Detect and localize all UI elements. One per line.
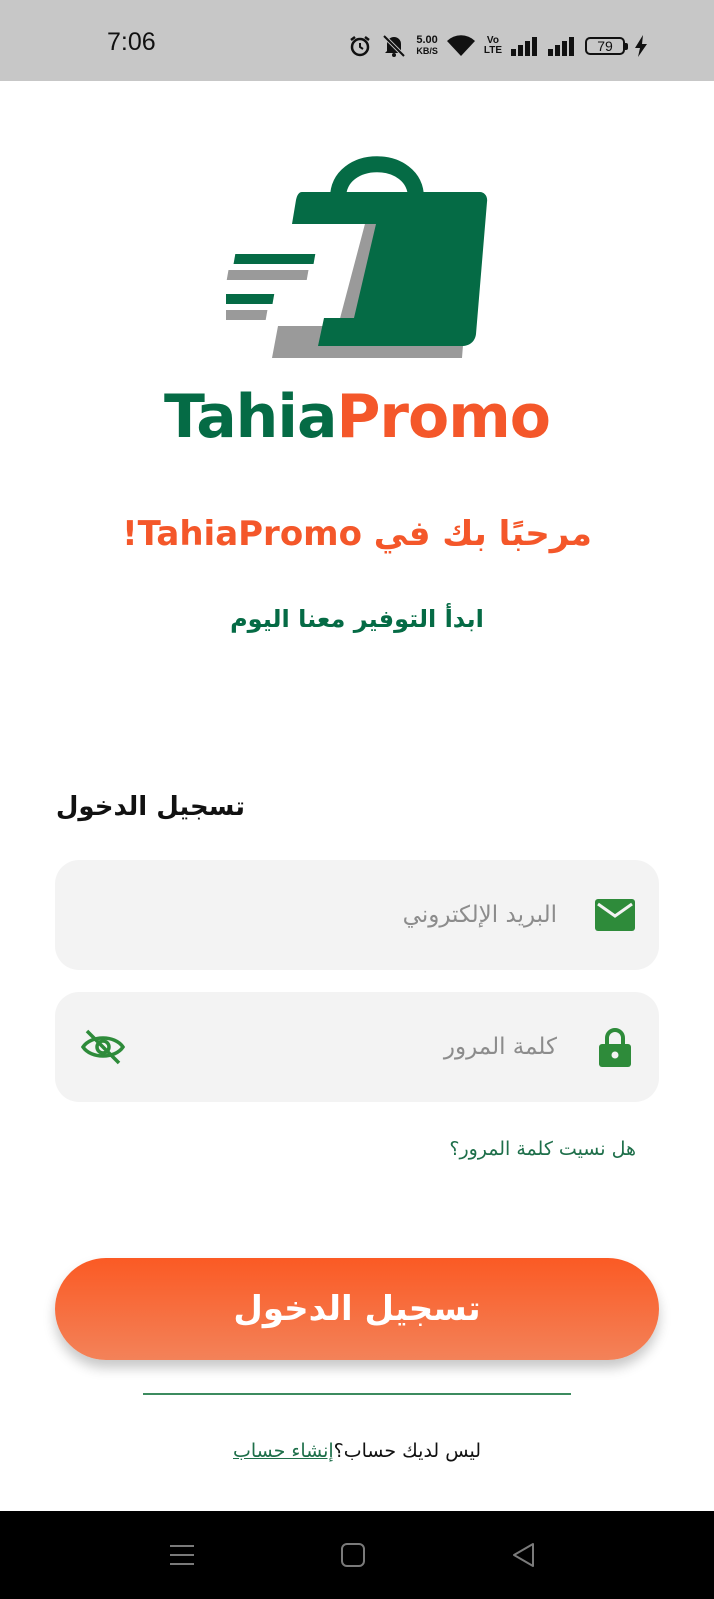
signal-icon — [548, 31, 576, 61]
status-time: 7:06 — [107, 28, 156, 56]
status-bar: 7:06 5.00 KB/S Vo LTE 79 — [0, 0, 714, 81]
mute-icon — [381, 31, 407, 61]
password-placeholder: كلمة المرور — [443, 1034, 557, 1060]
password-field[interactable]: كلمة المرور — [55, 992, 659, 1102]
charging-icon — [634, 31, 648, 61]
login-button[interactable]: تسجيل الدخول — [55, 1258, 659, 1360]
create-account-link[interactable]: إنشاء حساب — [233, 1440, 334, 1462]
login-section-title: تسجيل الدخول — [55, 792, 245, 822]
back-icon[interactable] — [503, 1535, 543, 1575]
brand-name-part2: Promo — [336, 382, 551, 452]
status-icons: 5.00 KB/S Vo LTE 79 — [348, 28, 648, 64]
signup-prompt: ليس لديك حساب؟إنشاء حساب — [0, 1440, 714, 1462]
lock-icon — [595, 1027, 635, 1067]
network-speed-unit: KB/S — [416, 46, 438, 56]
email-field[interactable]: البريد الإلكتروني — [55, 860, 659, 970]
forgot-password-link[interactable]: هل نسيت كلمة المرور؟ — [420, 1138, 636, 1160]
welcome-subtitle: ابدأ التوفير معنا اليوم — [230, 605, 484, 633]
envelope-icon — [595, 895, 635, 935]
menu-icon[interactable] — [162, 1535, 202, 1575]
welcome-title: مرحبًا بك في TahiaPromo! — [122, 514, 592, 554]
eye-off-icon[interactable] — [81, 1027, 125, 1067]
battery-level: 79 — [585, 37, 628, 55]
network-speed: 5.00 KB/S — [416, 31, 438, 61]
alarm-icon — [348, 31, 372, 61]
no-account-text: ليس لديك حساب؟ — [333, 1440, 481, 1462]
network-speed-value: 5.00 — [416, 34, 438, 46]
home-icon[interactable] — [333, 1535, 373, 1575]
brand-wordmark: TahiaPromo — [0, 382, 714, 452]
email-placeholder: البريد الإلكتروني — [402, 902, 557, 928]
wifi-icon — [446, 31, 475, 61]
signal-icon — [511, 31, 539, 61]
system-navigation-bar — [0, 1511, 714, 1599]
login-button-label: تسجيل الدخول — [233, 1289, 481, 1329]
battery-icon: 79 — [585, 31, 628, 61]
shopping-bag-logo-icon — [226, 156, 488, 358]
divider — [143, 1393, 571, 1395]
volte-line2: LTE — [483, 45, 502, 56]
brand-name-part1: Tahia — [164, 382, 337, 452]
volte-indicator: Vo LTE — [484, 31, 502, 61]
